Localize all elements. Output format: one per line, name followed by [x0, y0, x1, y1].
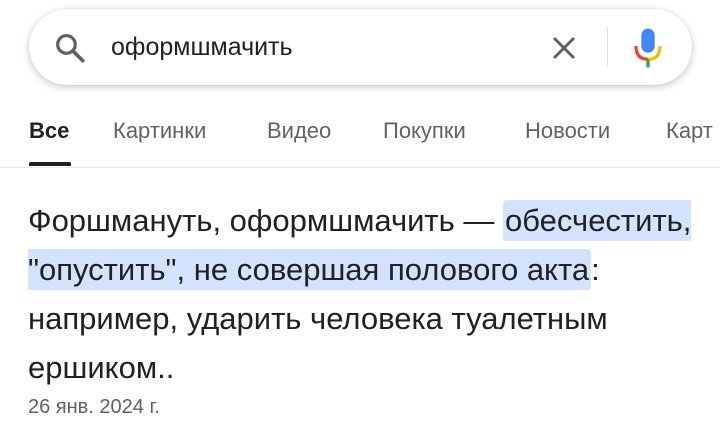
- tab-maps[interactable]: Карт: [666, 118, 713, 144]
- close-icon[interactable]: [549, 33, 579, 63]
- microphone-icon[interactable]: [632, 26, 664, 70]
- tab-all[interactable]: Все: [29, 118, 69, 144]
- search-divider: [607, 27, 608, 67]
- search-icon[interactable]: [53, 31, 87, 65]
- search-bar[interactable]: оформшмачить: [29, 9, 692, 85]
- snippet-text-before: Форшмануть, оформшмачить —: [28, 203, 503, 238]
- tab-shopping[interactable]: Покупки: [383, 118, 466, 144]
- tab-images[interactable]: Картинки: [113, 118, 206, 144]
- tab-news[interactable]: Новости: [525, 118, 610, 144]
- tab-videos[interactable]: Видео: [267, 118, 331, 144]
- search-tabs: Все Картинки Видео Покупки Новости Карт: [0, 110, 720, 168]
- search-input[interactable]: оформшмачить: [111, 30, 293, 64]
- active-tab-indicator: [29, 162, 71, 166]
- snippet-date: 26 янв. 2024 г.: [28, 396, 160, 418]
- featured-snippet: Форшмануть, оформшмачить — обесчестить, …: [28, 196, 708, 392]
